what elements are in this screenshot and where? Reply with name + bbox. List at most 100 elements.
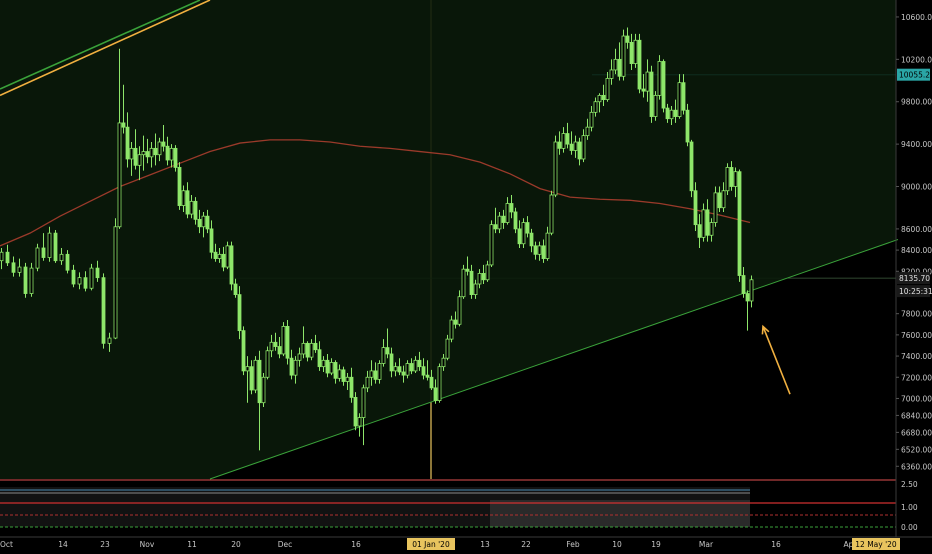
candle-body xyxy=(505,203,510,223)
candle-body xyxy=(65,253,70,271)
candle-body xyxy=(633,39,638,64)
candle-body xyxy=(385,347,390,355)
candle xyxy=(285,320,290,365)
candle xyxy=(713,186,718,227)
candle-body xyxy=(485,264,490,281)
candle xyxy=(489,220,494,268)
candle-body xyxy=(53,232,58,262)
candle-body xyxy=(185,190,190,215)
candle-body xyxy=(681,82,686,111)
candle-body xyxy=(733,171,738,187)
candle-body xyxy=(89,267,94,289)
candle-body xyxy=(601,94,606,101)
candle-body xyxy=(0,251,4,262)
candle-body xyxy=(107,337,112,344)
candle-body xyxy=(433,387,438,401)
candle-body xyxy=(521,222,526,245)
candle-body xyxy=(481,273,486,281)
candle-body xyxy=(437,366,442,401)
candle-body xyxy=(541,245,546,259)
candle-body xyxy=(557,141,562,149)
candle-body xyxy=(153,147,158,156)
candle xyxy=(265,346,270,380)
candle xyxy=(29,262,34,297)
candle-body xyxy=(721,190,726,209)
candle xyxy=(661,59,666,113)
candle-body xyxy=(209,228,214,253)
candle-body xyxy=(261,376,266,404)
candle-body xyxy=(101,277,106,344)
time-tick-label: 19 xyxy=(651,540,661,549)
candle-body xyxy=(293,359,298,376)
price-chart[interactable]: 10600.0010200.009800.009400.009000.00860… xyxy=(0,0,932,550)
candle-body xyxy=(549,194,554,234)
candle-body xyxy=(645,71,650,92)
candle-body xyxy=(189,200,194,215)
candle-body xyxy=(77,277,82,285)
candle-body xyxy=(29,267,34,294)
candle xyxy=(173,145,178,172)
price-tick-label: 6520.00 xyxy=(901,445,932,454)
candle-body xyxy=(285,325,290,359)
candle xyxy=(737,169,742,282)
candle-body xyxy=(693,190,698,226)
candle-body xyxy=(249,366,254,391)
candle xyxy=(225,241,230,270)
candle-body xyxy=(181,190,186,206)
candle xyxy=(23,262,28,298)
candle-body xyxy=(657,61,662,96)
candle-body xyxy=(585,126,590,137)
candle-body xyxy=(145,151,150,158)
candle-body xyxy=(47,232,52,258)
candle-body xyxy=(289,357,294,376)
candle-body xyxy=(213,251,218,259)
candle-body xyxy=(225,245,230,268)
candle-body xyxy=(421,366,426,376)
candle-body xyxy=(429,376,434,389)
candle-body xyxy=(321,359,326,368)
candle-body xyxy=(685,109,690,143)
candle-body xyxy=(513,211,518,230)
candle xyxy=(229,241,234,291)
candle-body xyxy=(35,247,40,269)
candle xyxy=(461,264,466,299)
candle-body xyxy=(137,154,142,166)
candle-body xyxy=(345,376,350,382)
candle-body xyxy=(17,266,22,273)
candle-body xyxy=(537,245,542,255)
candle-body xyxy=(281,325,286,355)
price-tick-label: 6840.00 xyxy=(901,411,932,420)
candle-body xyxy=(393,366,398,372)
price-tick-label: 9800.00 xyxy=(901,98,932,107)
candle-body xyxy=(569,143,574,151)
candle-body xyxy=(461,268,466,298)
candle xyxy=(621,29,626,81)
chart-container[interactable]: 10600.0010200.009800.009400.009000.00860… xyxy=(0,0,932,550)
candle-body xyxy=(83,277,88,289)
candle-body xyxy=(405,363,410,376)
candle-body xyxy=(173,147,178,168)
candle-body xyxy=(489,224,494,266)
candle-body xyxy=(197,218,202,228)
candle-body xyxy=(749,279,754,302)
candle-body xyxy=(157,141,162,156)
candle-body xyxy=(237,294,242,332)
candle-body xyxy=(641,88,646,92)
candle-body xyxy=(273,341,278,347)
candle-body xyxy=(309,342,314,358)
candle-body xyxy=(349,376,354,398)
price-tick-label: 10200.00 xyxy=(901,55,932,64)
candle-body xyxy=(517,228,522,245)
candle-body xyxy=(141,151,146,156)
price-tick-label: 6360.00 xyxy=(901,462,932,471)
candle-body xyxy=(473,283,478,296)
candle-body xyxy=(329,362,334,374)
candle-body xyxy=(361,387,366,418)
time-tick-label: 11 xyxy=(187,540,197,549)
candle-body xyxy=(241,330,246,372)
candle-body xyxy=(589,111,594,128)
candle xyxy=(653,91,658,121)
candle-body xyxy=(737,171,742,276)
candle-body xyxy=(629,41,634,64)
candle-body xyxy=(457,296,462,325)
